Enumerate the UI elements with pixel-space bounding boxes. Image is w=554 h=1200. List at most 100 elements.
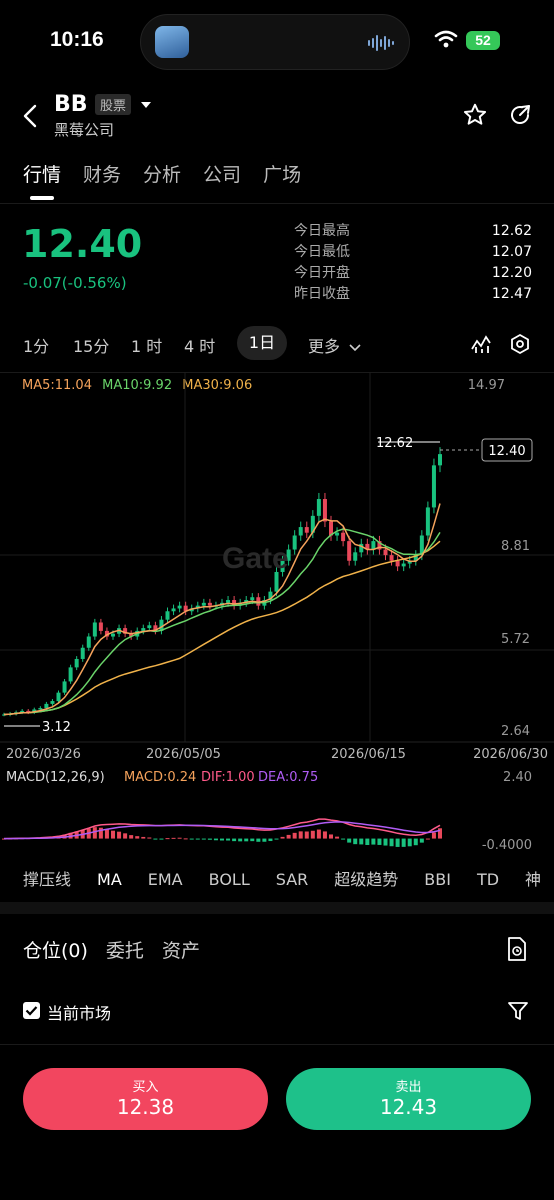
caret-down-icon [141,102,152,108]
market-filter-checkbox[interactable] [23,1002,40,1019]
tf-4h-label: 4 时 [184,337,216,356]
ind-td[interactable]: TD [477,870,499,889]
tab-positions[interactable]: 仓位(0) [23,940,88,962]
macd-bar [232,838,237,842]
candle-body [177,605,182,609]
main-tabs: 行情 财务 分析 公司 广场 [23,160,323,187]
macd-bar [310,830,315,839]
macd-bar [226,838,231,841]
macd-bar [207,838,212,840]
macd-bar [371,838,376,845]
macd-bar [213,838,218,841]
tf-15m[interactable]: 15分 [73,333,109,357]
candle-body [201,602,206,606]
audio-wave-icon [368,35,394,51]
macd-bar [322,831,327,839]
candle-body [44,703,49,709]
tab-analysis[interactable]: 分析 [143,164,181,186]
candle-body [86,636,91,648]
macd-bar [250,838,255,842]
ind-more[interactable]: 神 [525,870,541,889]
market-type-selector[interactable]: 股票 [95,94,152,115]
ind-bbi[interactable]: BBI [424,870,451,889]
ind-support[interactable]: 撑压线 [23,870,71,889]
tab-company[interactable]: 公司 [203,164,241,186]
position-tabs: 仓位(0) 委托 资产 [23,936,200,963]
order-history-icon[interactable] [506,936,528,962]
macd-bar [141,836,146,839]
tf-1m[interactable]: 1分 [23,333,49,357]
candle-body [62,681,67,693]
check-icon [25,1006,38,1016]
candle-body [316,499,321,516]
tf-4h[interactable]: 4 时 [184,333,215,357]
chevron-down-icon [349,344,361,352]
tab-market[interactable]: 行情 [23,164,61,186]
star-icon[interactable] [462,102,488,128]
macd-bar [395,838,400,847]
ind-ema[interactable]: EMA [148,870,183,889]
tf-1d[interactable]: 1日 [237,326,287,360]
ind-boll[interactable]: BOLL [209,870,250,889]
tab-square[interactable]: 广场 [263,164,301,186]
candle-body [250,597,255,601]
macd-bar [92,827,97,839]
macd-bar [123,833,128,839]
filter-icon[interactable] [507,1000,529,1022]
candle-body [226,600,231,603]
tf-more[interactable]: 更多 [308,333,361,357]
ticker-symbol[interactable]: BB [54,92,88,117]
settings-icon[interactable] [509,333,531,355]
tf-more-label: 更多 [308,337,341,356]
market-filter-label: 当前市场 [47,1004,112,1023]
candle-body [147,625,152,629]
candle-body [207,602,212,606]
tab-assets[interactable]: 资产 [162,940,200,962]
candle-body [165,611,170,620]
tf-15m-label: 15分 [73,337,110,356]
watermark-logo: Gate [222,542,289,575]
tab-orders[interactable]: 委托 [106,940,144,962]
indicator-chart-icon[interactable] [470,333,492,355]
bottom-divider [0,1044,554,1045]
macd-bar [292,832,297,839]
high-label: 12.62 [376,436,413,451]
ind-supertrend[interactable]: 超级趋势 [334,870,398,889]
buy-price: 12.38 [116,1095,175,1119]
x-tick-1: 2026/03/26 [6,747,81,762]
macd-bar [286,834,291,839]
macd-bar [262,838,267,842]
sell-button[interactable]: 卖出 12.43 [286,1068,531,1130]
macd-params: MACD(12,26,9) [6,770,105,785]
tf-1h[interactable]: 1 时 [131,333,162,357]
tf-1d-label: 1日 [248,333,276,352]
macd-bar [431,832,436,839]
y-tick-bottom: 2.64 [501,724,530,739]
buy-button[interactable]: 买入 12.38 [23,1068,268,1130]
dea-value: DEA:0.75 [258,770,319,785]
candle-body [98,622,103,631]
ind-sar[interactable]: SAR [276,870,309,889]
macd-bar [383,838,388,846]
macd-bar [111,830,115,839]
macd-bar [195,838,200,840]
tab-finance[interactable]: 财务 [83,164,121,186]
share-icon[interactable] [508,103,532,127]
macd-bar [177,837,182,839]
tf-1h-label: 1 时 [131,337,163,356]
sell-label: 卖出 [395,1080,422,1095]
stat-open-label: 今日开盘 [294,265,350,281]
macd-bar [165,838,170,840]
ind-ma[interactable]: MA [97,870,122,889]
macd-bar [438,828,442,839]
candle-body [56,692,61,702]
indicator-tabs: 撑压线 MA EMA BOLL SAR 超级趋势 BBI TD 神 [23,866,554,890]
macd-chart[interactable]: -0.4000 [0,790,554,852]
x-tick-2: 2026/05/05 [146,747,221,762]
macd-bar [413,838,418,846]
tf-1m-label: 1分 [23,337,50,356]
macd-bar [425,838,430,840]
back-arrow-icon[interactable] [22,104,38,128]
candlestick-chart[interactable]: Gate 14.97 8.81 5.72 2.64 12.62 12.40 3.… [0,372,554,768]
macd-bar [274,838,279,840]
